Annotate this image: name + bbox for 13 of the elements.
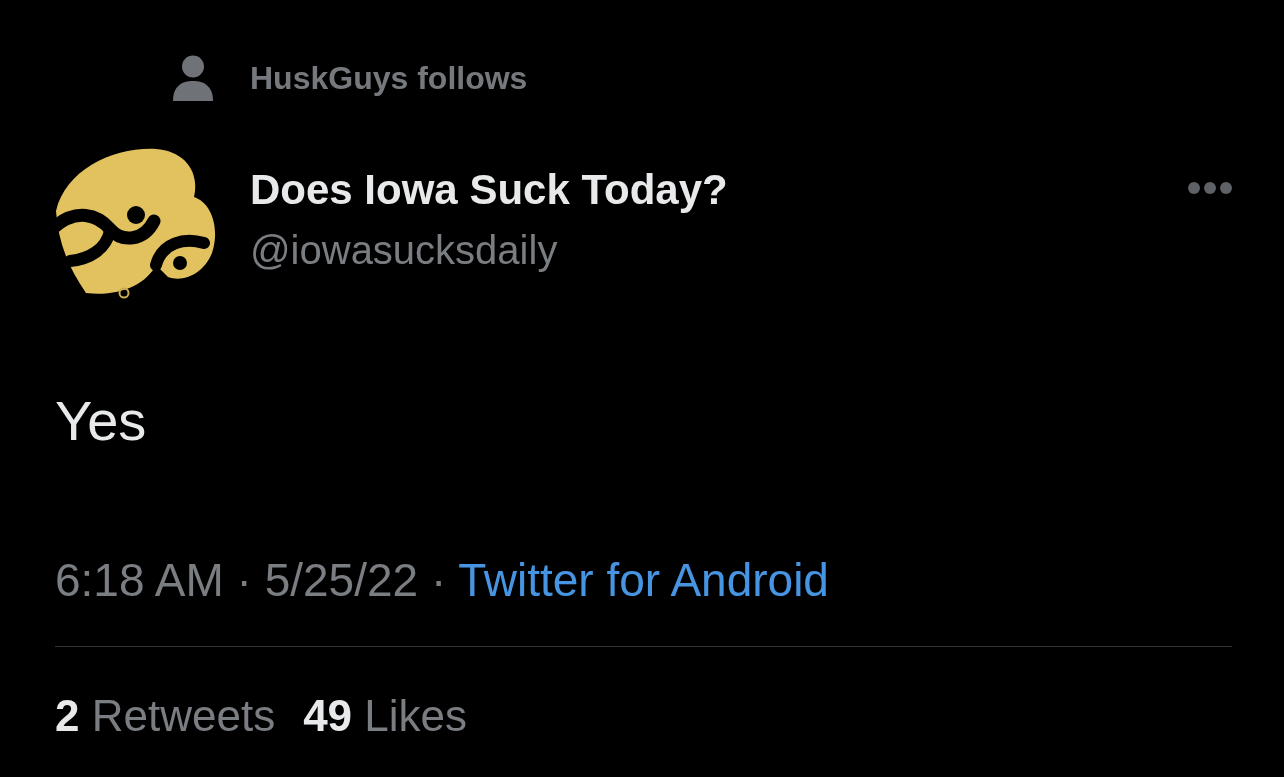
source-link[interactable]: Twitter for Android [458, 554, 829, 606]
separator-dot: · [236, 554, 252, 606]
stat-link[interactable]: 2 Retweets [55, 690, 276, 742]
author-handle[interactable]: @iowasucksdaily [250, 225, 558, 275]
separator-dot: · [430, 554, 447, 606]
author-name[interactable]: Does Iowa Suck Today? [250, 165, 728, 215]
person-icon [172, 55, 214, 101]
tweet-text: Yes [55, 389, 147, 453]
social-context-text: HuskGuys follows [250, 59, 528, 98]
tweet-date: 5/25/22 [264, 554, 419, 606]
stat-link[interactable]: 49 Likes [303, 690, 468, 742]
tweet-time: 6:18 AM [55, 554, 224, 606]
more-icon[interactable] [1188, 182, 1232, 194]
